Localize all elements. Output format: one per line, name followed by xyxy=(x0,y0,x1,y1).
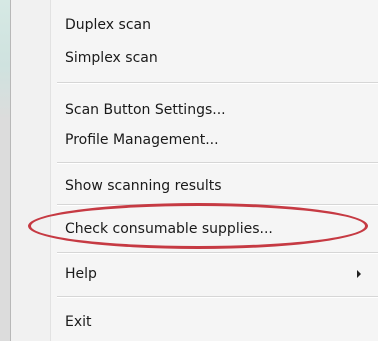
menu-separator xyxy=(57,296,378,298)
menu-separator xyxy=(57,252,378,254)
menu-item-label: Check consumable supplies... xyxy=(65,221,273,237)
menu-item-label: Profile Management... xyxy=(65,132,219,148)
menu-item-label: Duplex scan xyxy=(65,17,151,33)
menu-item-duplex-scan[interactable]: Duplex scan xyxy=(11,10,378,40)
menu-item-profile-management[interactable]: Profile Management... xyxy=(11,125,378,155)
background-window-edge-tint xyxy=(0,0,10,120)
screen: Duplex scan Simplex scan Scan Button Set… xyxy=(0,0,378,341)
menu-separator xyxy=(57,82,378,84)
menu-item-label: Help xyxy=(65,266,97,282)
menu-separator xyxy=(57,162,378,164)
menu-item-label: Exit xyxy=(65,314,92,330)
menu-item-show-scanning-results[interactable]: Show scanning results xyxy=(11,171,378,201)
menu-item-label: Scan Button Settings... xyxy=(65,102,226,118)
menu-item-label: Simplex scan xyxy=(65,50,158,66)
menu-item-label: Show scanning results xyxy=(65,178,222,194)
chevron-right-icon xyxy=(357,270,361,278)
menu-item-check-consumable-supplies[interactable]: Check consumable supplies... xyxy=(11,214,378,244)
menu-item-help[interactable]: Help xyxy=(11,259,378,289)
context-menu: Duplex scan Simplex scan Scan Button Set… xyxy=(10,0,378,341)
menu-item-scan-button-settings[interactable]: Scan Button Settings... xyxy=(11,95,378,125)
background-window-edge xyxy=(0,0,10,341)
menu-item-simplex-scan[interactable]: Simplex scan xyxy=(11,43,378,73)
menu-item-exit[interactable]: Exit xyxy=(11,307,378,337)
menu-separator xyxy=(57,204,378,206)
